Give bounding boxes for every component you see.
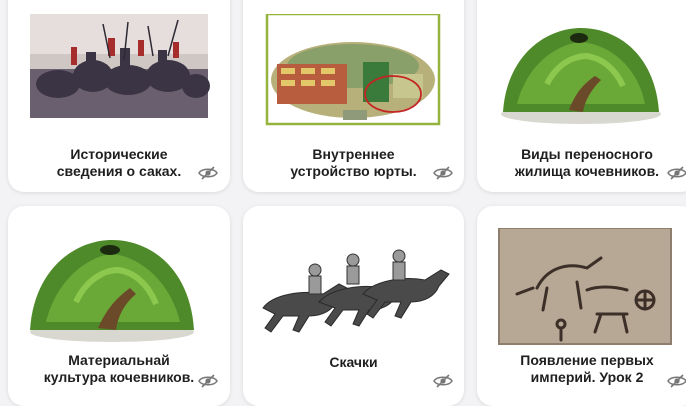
yurt-interior-image	[265, 14, 441, 126]
lesson-card-historical-saks[interactable]: Исторические сведения о саках.	[8, 0, 230, 192]
eye-slash-icon[interactable]	[433, 166, 453, 180]
grass-hut-image	[501, 28, 661, 124]
eye-slash-icon[interactable]	[198, 374, 218, 388]
lesson-card-material-culture[interactable]: Материальнай культура кочевников.	[8, 206, 230, 406]
card-title: Материальнай культура кочевников.	[43, 352, 195, 385]
lesson-card-yurt-interior[interactable]: Внутреннее устройство юрты.	[243, 0, 464, 192]
eye-slash-icon[interactable]	[667, 166, 686, 180]
card-title: Виды переносного жилища кочевников.	[514, 146, 660, 179]
horse-racing-image	[262, 249, 450, 333]
eye-slash-icon[interactable]	[198, 166, 218, 180]
lesson-card-horse-racing[interactable]: Скачки	[243, 206, 464, 406]
rock-art-image	[498, 228, 672, 345]
lesson-card-nomad-dwellings[interactable]: Виды переносного жилища кочевников.	[477, 0, 686, 192]
grass-hut-image	[30, 240, 194, 342]
card-title: Внутреннее устройство юрты.	[290, 146, 417, 179]
battle-painting-image	[30, 14, 210, 118]
lesson-card-first-empires[interactable]: Появление первых империй. Урок 2	[477, 206, 686, 406]
eye-slash-icon[interactable]	[667, 374, 686, 388]
card-title: Появление первых империй. Урок 2	[520, 352, 654, 385]
card-title: Исторические сведения о саках.	[56, 146, 182, 179]
card-title: Скачки	[329, 354, 378, 370]
eye-slash-icon[interactable]	[433, 374, 453, 388]
